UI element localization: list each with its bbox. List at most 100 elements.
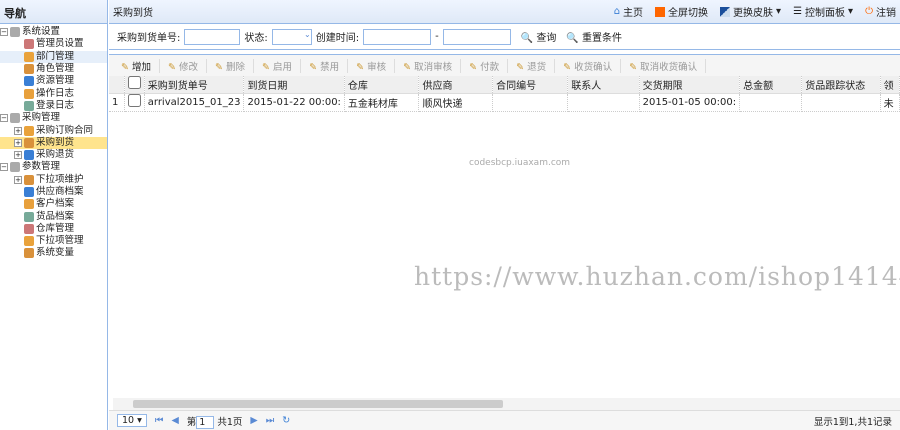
edit-icon: ✎	[168, 61, 176, 73]
expand-icon[interactable]: +	[14, 138, 22, 147]
nav-tree: − 系统设置 管理员设置 部门管理 角色管理 资源管理 操作日志 登录日志 − 采购管理 + 采购订购…	[0, 24, 107, 262]
toolbar-button[interactable]: ✎ 修改	[160, 58, 208, 73]
prev-page-button[interactable]: ◀	[171, 415, 178, 426]
column-header[interactable]: 供应商	[418, 76, 494, 94]
nav-item[interactable]: 客户档案	[0, 198, 107, 210]
row-checkbox[interactable]	[127, 94, 141, 107]
logout-button[interactable]: ⏻ 注销	[865, 4, 896, 19]
table-cell	[739, 93, 803, 112]
fullscreen-button[interactable]: 全屏切换	[655, 4, 708, 19]
toolbar-button-label: 退货	[527, 61, 547, 73]
collapse-icon[interactable]: −	[0, 28, 8, 37]
toolbar-button[interactable]: ✎ 删除	[207, 58, 255, 73]
row-number: 1	[109, 93, 125, 112]
column-header[interactable]: 货品跟踪状态	[801, 76, 881, 94]
end-date-input[interactable]	[442, 28, 511, 45]
toolbar-button-label: 收货确认	[574, 61, 613, 73]
next-page-button[interactable]: ▶	[250, 415, 257, 426]
toolbar-button-label: 取消收货确认	[640, 61, 698, 73]
column-header[interactable]: 总金额	[739, 76, 803, 94]
nav-title: 导航	[0, 0, 107, 24]
nav-item[interactable]: 供应商档案	[0, 186, 107, 198]
collapse-icon[interactable]: −	[0, 163, 8, 172]
reset-label: 重置条件	[582, 33, 623, 44]
edit-icon: ✎	[215, 61, 223, 73]
nav-item-icon	[24, 39, 34, 50]
group-icon	[10, 162, 20, 173]
last-page-button[interactable]: ⏭	[266, 415, 275, 426]
toolbar-button[interactable]: ✎ 收货确认	[555, 58, 622, 73]
first-page-button[interactable]: ⏮	[155, 415, 164, 426]
nav-item-label: 资源管理	[36, 75, 75, 87]
query-button[interactable]: 🔍 查询	[521, 29, 557, 44]
status-select[interactable]: ⌄	[271, 28, 312, 45]
toolbar-button-label: 禁用	[320, 61, 340, 73]
column-header[interactable]: 领	[880, 76, 900, 94]
toolbar-button[interactable]: ✎ 启用	[254, 58, 302, 73]
control-panel-button[interactable]: ☰ 控制面板 ▾	[793, 4, 853, 19]
nav-item[interactable]: 管理员设置	[0, 38, 107, 50]
nav-item[interactable]: 仓库管理	[0, 223, 107, 235]
scrollbar-thumb[interactable]	[133, 400, 503, 408]
nav-item[interactable]: 部门管理	[0, 50, 107, 63]
toolbar-button[interactable]: ✎ 禁用	[301, 58, 349, 73]
nav-group[interactable]: − 参数管理	[0, 161, 107, 173]
watermark-small: codesbcp.iuaxam.com	[469, 158, 571, 168]
time-label: 创建时间:	[315, 33, 360, 44]
nav-item[interactable]: 登录日志	[0, 100, 107, 112]
column-header[interactable]: 合同编号	[492, 76, 569, 94]
nav-item-icon	[24, 137, 34, 148]
nav-item[interactable]: + 采购到货	[0, 136, 107, 149]
toolbar-button-label: 付款	[480, 61, 500, 73]
collapse-icon[interactable]: −	[0, 114, 8, 123]
page-input[interactable]: 1	[196, 415, 215, 429]
column-header[interactable]: 采购到货单号	[144, 76, 245, 94]
skin-button[interactable]: 更换皮肤 ▾	[720, 4, 781, 19]
nav-group-label: 系统设置	[22, 26, 61, 38]
toolbar-button[interactable]: ✎ 取消审核	[395, 58, 462, 73]
nav-item[interactable]: 资源管理	[0, 75, 107, 87]
nav-item[interactable]: 系统变量	[0, 247, 107, 259]
nav-item-icon	[24, 236, 34, 247]
select-all-checkbox[interactable]	[127, 76, 141, 90]
table-row[interactable]: 1 arrival2015_01_23 2015-01-22 00:00: 五金耗材库…	[109, 93, 900, 112]
nav-item[interactable]: + 采购订购合同	[0, 124, 107, 136]
horizontal-scrollbar[interactable]	[113, 398, 900, 410]
nav-item-label: 系统变量	[36, 247, 75, 259]
pager-info: 显示1到1,共1记录	[813, 416, 892, 428]
toolbar-button[interactable]: ✎ 审核	[348, 58, 396, 73]
nav-item-label: 采购到货	[36, 136, 75, 148]
start-date-input[interactable]	[363, 28, 432, 45]
nav-item-label: 角色管理	[36, 63, 75, 75]
nav-group[interactable]: − 采购管理	[0, 112, 107, 124]
toolbar-button-label: 修改	[179, 61, 199, 73]
home-button[interactable]: ⌂ 主页	[614, 4, 643, 19]
edit-icon: ✎	[309, 61, 318, 73]
toolbar-button[interactable]: ✎ 付款	[461, 58, 509, 73]
table-cell: 五金耗材库	[344, 93, 420, 112]
nav-item[interactable]: 操作日志	[0, 87, 107, 99]
toolbar-button[interactable]: ✎ 增加	[113, 58, 161, 73]
expand-icon[interactable]: +	[14, 175, 22, 184]
nav-item[interactable]: + 采购退货	[0, 149, 107, 161]
refresh-icon[interactable]: ↻	[282, 415, 290, 426]
column-header[interactable]: 仓库	[344, 76, 420, 94]
reset-button[interactable]: 🔍 重置条件	[566, 29, 622, 44]
nav-item[interactable]: 角色管理	[0, 63, 107, 75]
nav-item-label: 采购订购合同	[36, 124, 94, 136]
table-cell: 2015-01-22 00:00:	[243, 93, 345, 112]
column-header[interactable]: 到货日期	[243, 76, 345, 94]
column-header[interactable]: 交货期限	[639, 76, 741, 94]
toolbar-button[interactable]: ✎ 退货	[508, 58, 556, 73]
expand-icon[interactable]: +	[14, 151, 22, 160]
nav-item[interactable]: 货品档案	[0, 210, 107, 222]
nav-item[interactable]: 下拉项管理	[0, 235, 107, 247]
nav-group[interactable]: − 系统设置	[0, 26, 107, 38]
order-no-input[interactable]	[184, 28, 241, 45]
edit-icon: ✎	[629, 61, 638, 73]
page-size-select[interactable]: 10 ▾	[117, 414, 147, 427]
toolbar-button[interactable]: ✎ 取消收货确认	[621, 58, 707, 73]
nav-item[interactable]: + 下拉项维护	[0, 174, 107, 186]
expand-icon[interactable]: +	[14, 126, 22, 135]
column-header[interactable]: 联系人	[567, 76, 640, 94]
